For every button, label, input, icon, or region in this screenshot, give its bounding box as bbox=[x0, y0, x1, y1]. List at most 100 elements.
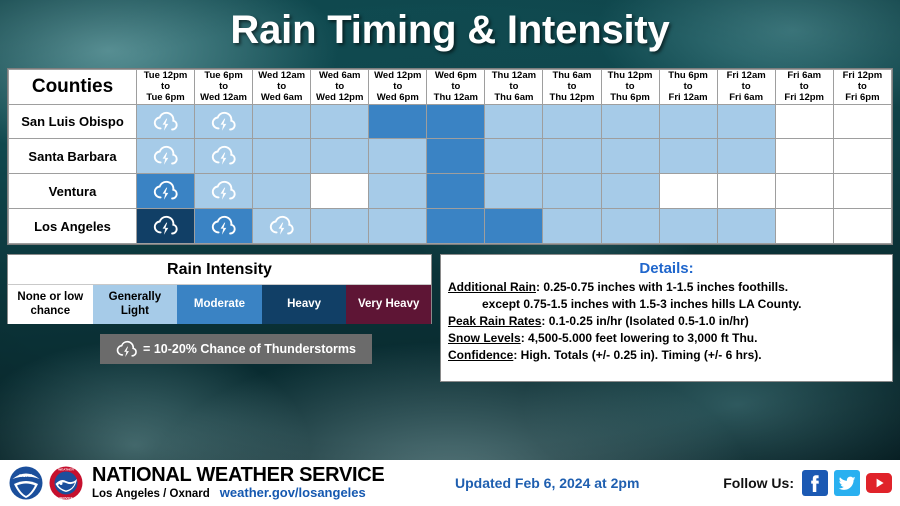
details-line-label: Snow Levels bbox=[448, 331, 521, 346]
table-row: Los Angeles bbox=[8, 208, 893, 244]
website-url[interactable]: weather.gov/losangeles bbox=[220, 485, 366, 500]
header-line-2: to bbox=[567, 81, 577, 93]
intensity-cell bbox=[194, 103, 254, 140]
footer-bar: NOAA WEATHER SERVICE NATIONAL WEATHER SE… bbox=[0, 460, 900, 506]
header-line-1: Thu 12pm bbox=[607, 70, 653, 81]
intensity-cell bbox=[658, 208, 718, 244]
intensity-cell bbox=[542, 103, 602, 140]
intensity-cell bbox=[774, 208, 834, 244]
header-line-3: Thu 12pm bbox=[549, 92, 595, 104]
intensity-cell bbox=[135, 103, 196, 140]
intensity-cell bbox=[310, 138, 370, 175]
intensity-cell bbox=[252, 138, 312, 175]
nws-logo-icon: WEATHER SERVICE bbox=[48, 465, 84, 501]
details-panel: Details: Additional Rain: 0.25-0.75 inch… bbox=[440, 254, 893, 382]
intensity-cell bbox=[774, 173, 834, 210]
details-line-label: Confidence bbox=[448, 348, 514, 363]
intensity-cell bbox=[716, 138, 776, 175]
header-line-3: Wed 6am bbox=[260, 92, 303, 104]
header-line-1: Fri 12am bbox=[726, 70, 766, 81]
header-line-2: to bbox=[509, 81, 519, 93]
intensity-cell bbox=[194, 138, 254, 175]
youtube-icon[interactable] bbox=[866, 470, 892, 496]
rain-timing-table-card: Counties Tue 12pm to Tue 6pm Tue 6pm to Wed 1… bbox=[7, 68, 893, 245]
thunderstorm-note-text: = 10-20% Chance of Thunderstorms bbox=[143, 342, 356, 356]
header-line-1: Wed 12pm bbox=[374, 70, 422, 81]
header-line-1: Tue 6pm bbox=[204, 70, 243, 81]
details-line: Additional Rain: 0.25-0.75 inches with 1… bbox=[448, 279, 885, 296]
header-line-1: Tue 12pm bbox=[143, 70, 188, 81]
county-name-cell: Ventura bbox=[8, 173, 137, 210]
facebook-icon[interactable] bbox=[802, 470, 828, 496]
intensity-cell bbox=[194, 173, 254, 210]
details-line: except 0.75-1.5 inches with 1.5-3 inches… bbox=[448, 296, 885, 313]
intensity-cell bbox=[832, 138, 893, 175]
table-body: San Luis Obispo Santa Barbara Ventura Los A… bbox=[8, 103, 893, 244]
details-line-label: Additional Rain bbox=[448, 280, 536, 294]
intensity-cell bbox=[252, 103, 312, 140]
intensity-cell bbox=[716, 103, 776, 140]
legend-swatch-row: None or low chance Generally Light Moderat… bbox=[8, 285, 431, 324]
header-line-2: to bbox=[277, 81, 287, 93]
details-line: Snow Levels: 4,500-5.000 feet lowering t… bbox=[448, 330, 885, 347]
intensity-cell bbox=[368, 208, 428, 244]
intensity-cell bbox=[774, 138, 834, 175]
intensity-cell bbox=[368, 173, 428, 210]
header-line-1: Wed 6am bbox=[318, 70, 361, 81]
intensity-cell bbox=[426, 138, 486, 175]
details-title: Details: bbox=[639, 260, 694, 277]
intensity-cell bbox=[658, 103, 718, 140]
time-column-header-7: Thu 6am to Thu 12pm bbox=[542, 69, 602, 105]
legend-swatch: Very Heavy bbox=[346, 285, 431, 324]
time-column-header-1: Tue 6pm to Wed 12am bbox=[194, 69, 254, 105]
twitter-icon[interactable] bbox=[834, 470, 860, 496]
intensity-cell bbox=[252, 208, 312, 244]
header-line-2: to bbox=[393, 81, 403, 93]
updated-timestamp: Updated Feb 6, 2024 at 2pm bbox=[455, 475, 640, 491]
details-line-text: : 4,500-5.000 feet lowering to 3,000 ft … bbox=[520, 331, 758, 346]
intensity-cell bbox=[310, 208, 370, 244]
thunderstorm-note: = 10-20% Chance of Thunderstorms bbox=[100, 334, 372, 364]
header-line-1: Thu 6am bbox=[552, 70, 592, 81]
legend-swatch-label: None or low chance bbox=[17, 291, 84, 317]
table-row: San Luis Obispo bbox=[8, 103, 893, 140]
legend-swatch-label: Heavy bbox=[287, 297, 322, 310]
header-line-2: to bbox=[857, 81, 867, 93]
office-name: Los Angeles / Oxnard bbox=[92, 487, 210, 500]
intensity-cell bbox=[832, 103, 893, 140]
legend-swatch: None or low chance bbox=[8, 285, 93, 324]
header-line-2: to bbox=[799, 81, 809, 93]
table-header-row: Counties Tue 12pm to Tue 6pm Tue 6pm to Wed 1… bbox=[8, 69, 893, 105]
county-name-cell: San Luis Obispo bbox=[8, 103, 137, 140]
details-line-text: except 0.75-1.5 inches with 1.5-3 inches… bbox=[482, 297, 802, 312]
intensity-cell bbox=[310, 103, 370, 140]
legend-swatch: Heavy bbox=[261, 285, 347, 324]
intensity-cell bbox=[600, 173, 660, 210]
intensity-cell bbox=[135, 208, 196, 244]
details-line: Confidence: High. Totals (+/- 0.25 in). … bbox=[448, 347, 885, 364]
details-lines: Additional Rain: 0.25-0.75 inches with 1… bbox=[448, 279, 885, 364]
intensity-cell bbox=[716, 208, 776, 244]
noaa-logo-icon: NOAA bbox=[8, 465, 44, 501]
nws-text-block: NATIONAL WEATHER SERVICE Los Angeles / O… bbox=[92, 465, 385, 501]
svg-text:SERVICE: SERVICE bbox=[59, 496, 73, 500]
details-line-text: : High. Totals (+/- 0.25 in). Timing (+/… bbox=[513, 348, 762, 363]
header-line-2: to bbox=[683, 81, 693, 93]
table-header: Counties Tue 12pm to Tue 6pm Tue 6pm to Wed 1… bbox=[8, 69, 893, 105]
header-line-2: to bbox=[741, 81, 751, 93]
intensity-cell bbox=[484, 103, 544, 140]
header-line-1: Fri 12pm bbox=[842, 70, 883, 81]
county-name-cell: Los Angeles bbox=[8, 208, 137, 244]
header-line-3: Thu 12am bbox=[433, 92, 479, 104]
header-line-3: Wed 6pm bbox=[376, 92, 419, 104]
intensity-cell bbox=[426, 103, 486, 140]
time-column-header-12: Fri 12pm to Fri 6pm bbox=[832, 69, 893, 105]
agency-subline: Los Angeles / Oxnard weather.gov/losange… bbox=[92, 485, 384, 501]
header-line-3: Tue 6pm bbox=[146, 92, 185, 104]
intensity-cell bbox=[426, 173, 486, 210]
header-line-3: Fri 12am bbox=[668, 92, 708, 104]
intensity-cell bbox=[310, 173, 370, 210]
table-row: Santa Barbara bbox=[8, 138, 893, 175]
intensity-cell bbox=[542, 138, 602, 175]
time-column-header-5: Wed 6pm to Thu 12am bbox=[426, 69, 486, 105]
